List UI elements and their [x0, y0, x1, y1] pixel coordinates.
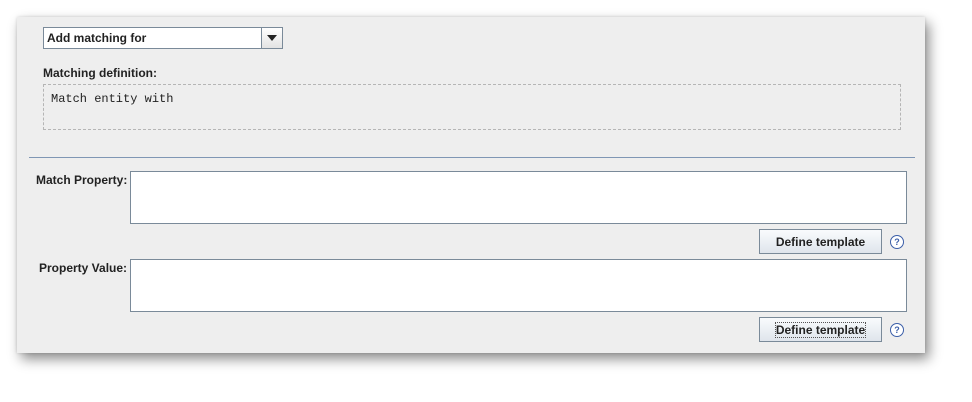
define-template-button-label: Define template — [775, 234, 866, 249]
match-property-label: Match Property: — [36, 173, 128, 187]
matching-definition-text: Match entity with — [51, 92, 174, 106]
dropdown-arrow-button[interactable] — [261, 28, 282, 48]
define-template-button-label: Define template — [774, 321, 867, 338]
add-matching-dropdown[interactable]: Add matching for — [43, 27, 283, 49]
chevron-down-icon — [267, 35, 277, 41]
matching-definition-label: Matching definition: — [43, 66, 157, 80]
match-property-textarea[interactable] — [130, 171, 907, 224]
section-divider — [29, 157, 915, 158]
matching-definition-box: Match entity with — [43, 84, 901, 130]
property-value-label: Property Value: — [39, 261, 128, 275]
question-mark-icon[interactable]: ? — [890, 235, 904, 249]
matching-panel: Add matching for Matching definition: Ma… — [17, 17, 925, 353]
property-value-textarea[interactable] — [130, 259, 907, 312]
question-mark-icon[interactable]: ? — [890, 323, 904, 337]
add-matching-dropdown-value: Add matching for — [47, 31, 147, 45]
define-template-button-property-value[interactable]: Define template — [759, 317, 882, 342]
define-template-button-match-property[interactable]: Define template — [759, 229, 882, 254]
